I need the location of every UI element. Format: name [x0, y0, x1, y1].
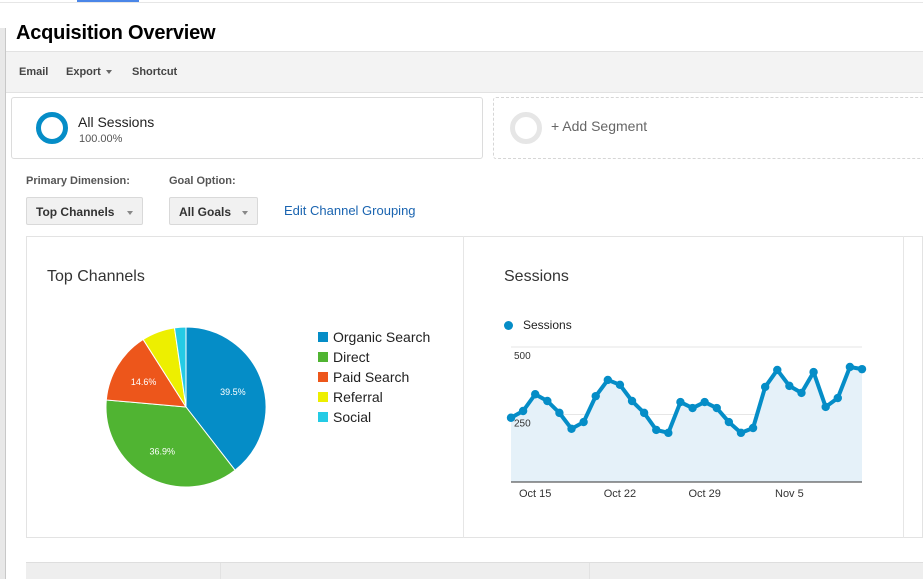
- data-point[interactable]: [845, 362, 855, 372]
- data-point[interactable]: [652, 425, 661, 435]
- data-point[interactable]: [700, 397, 709, 407]
- table-header: [26, 562, 923, 579]
- data-point[interactable]: [809, 367, 818, 377]
- y-tick-label: 250: [514, 419, 531, 430]
- data-point[interactable]: [724, 417, 734, 427]
- data-point[interactable]: [567, 424, 576, 434]
- data-point[interactable]: [797, 388, 806, 398]
- x-tick-label: Oct 22: [604, 488, 636, 500]
- data-point[interactable]: [748, 423, 758, 433]
- data-point[interactable]: [506, 413, 516, 422]
- data-point[interactable]: [639, 408, 649, 418]
- data-point[interactable]: [543, 396, 552, 406]
- data-point[interactable]: [591, 391, 600, 401]
- data-point[interactable]: [531, 390, 540, 399]
- x-tick-label: Oct 15: [519, 488, 551, 500]
- data-point[interactable]: [579, 417, 588, 427]
- data-point[interactable]: [676, 397, 685, 407]
- data-point[interactable]: [555, 408, 564, 418]
- area-fill: [511, 366, 862, 482]
- data-point[interactable]: [821, 402, 830, 412]
- column-divider: [220, 563, 221, 579]
- pie-data-label: 39.5%: [220, 387, 246, 397]
- charts-canvas: 39.5% 36.9% 14.6% 250 500 Oct 15 Oct 22 Oct 29 N…: [105, 326, 867, 500]
- pie-data-label: 36.9%: [149, 447, 175, 457]
- data-point[interactable]: [518, 406, 528, 416]
- pie-data-label: 14.6%: [131, 377, 157, 387]
- data-point[interactable]: [760, 382, 770, 392]
- data-point[interactable]: [688, 403, 697, 413]
- x-tick-label: Nov 5: [775, 488, 804, 500]
- data-point[interactable]: [664, 428, 673, 438]
- x-tick-label: Oct 29: [688, 488, 720, 500]
- data-point[interactable]: [785, 381, 794, 391]
- data-point[interactable]: [627, 396, 637, 406]
- y-tick-label: 500: [514, 351, 531, 362]
- data-point[interactable]: [833, 393, 842, 403]
- data-point[interactable]: [857, 364, 867, 374]
- data-point[interactable]: [736, 428, 746, 438]
- data-point[interactable]: [603, 375, 613, 385]
- data-point[interactable]: [615, 380, 625, 389]
- data-point[interactable]: [773, 365, 782, 375]
- column-divider: [589, 563, 590, 579]
- data-point[interactable]: [712, 403, 721, 413]
